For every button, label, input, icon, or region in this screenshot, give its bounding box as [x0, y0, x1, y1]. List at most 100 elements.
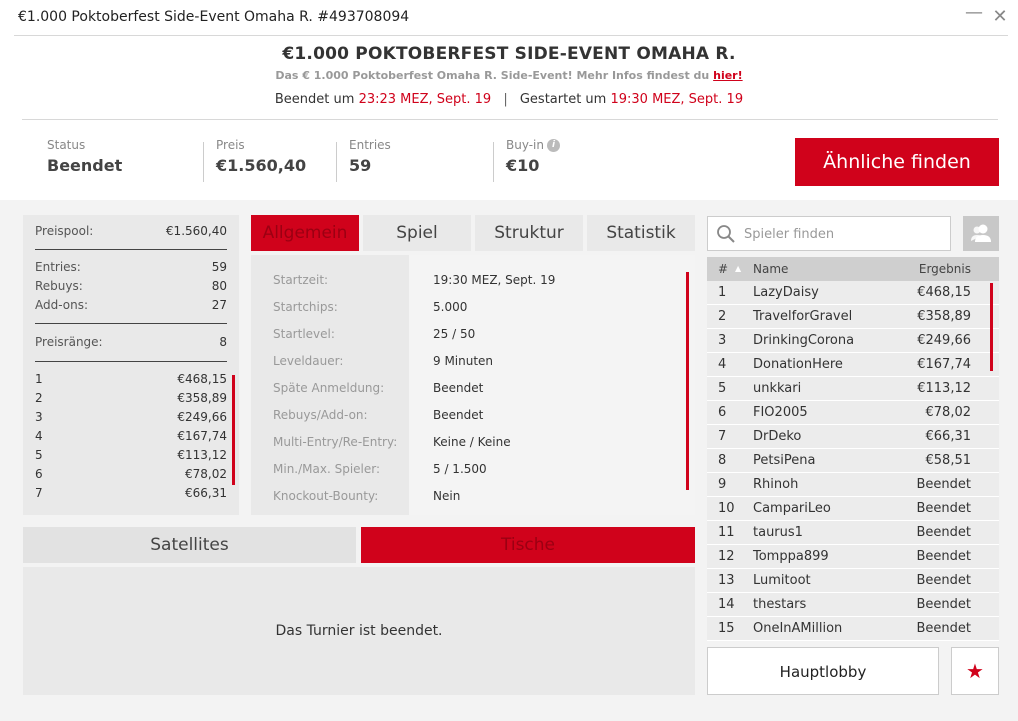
star-icon: ★	[966, 659, 984, 683]
table-row[interactable]: 14 thestars Beendet	[707, 593, 999, 617]
table-row[interactable]: 12 Tomppa899 Beendet	[707, 545, 999, 569]
prize-amount: €167,74	[177, 429, 227, 443]
main-lobby-button[interactable]: Hauptlobby	[707, 647, 939, 695]
addons-value: 27	[211, 298, 227, 312]
stat-label: Preis	[216, 138, 245, 152]
table-row[interactable]: 1 LazyDaisy €468,15	[707, 281, 999, 305]
pool-row: Preispool: €1.560,40	[35, 222, 227, 241]
tournament-ended-message: Das Turnier ist beendet.	[23, 567, 695, 695]
minimize-icon[interactable]: —	[964, 2, 984, 23]
detail-tabs: Allgemein Spiel Struktur Statistik	[251, 215, 695, 251]
divider	[35, 361, 227, 362]
table-row[interactable]: 15 OneInAMillion Beendet	[707, 617, 999, 641]
row-result: Beendet	[916, 525, 971, 540]
table-row[interactable]: 11 taurus1 Beendet	[707, 521, 999, 545]
stat-divider	[336, 142, 337, 182]
row-name: thestars	[753, 597, 807, 612]
rebuys-label: Rebuys:	[35, 279, 83, 293]
prize-scrollbar[interactable]	[232, 375, 235, 485]
ended-label: Beendet um	[274, 92, 355, 107]
entries-value: 59	[211, 260, 227, 274]
row-name: OneInAMillion	[753, 621, 843, 636]
row-result: €358,89	[917, 309, 971, 324]
prize-amount: €66,31	[185, 486, 227, 500]
tab-tables[interactable]: Tische	[361, 527, 695, 563]
times-separator: |	[503, 92, 508, 107]
prize-row: 1 €468,15	[35, 370, 227, 389]
tournament-title: €1.000 POKTOBERFEST SIDE-EVENT OMAHA R.	[282, 44, 736, 64]
row-num: 9	[718, 477, 727, 492]
row-result: €113,12	[917, 381, 971, 396]
tab-struktur[interactable]: Struktur	[475, 215, 583, 251]
tab-statistik[interactable]: Statistik	[587, 215, 695, 251]
player-search	[707, 216, 951, 251]
detail-label: Startchips:	[273, 300, 338, 314]
row-name: CampariLeo	[753, 501, 831, 516]
detail-label: Min./Max. Spieler:	[273, 462, 381, 476]
row-result: €468,15	[917, 285, 971, 300]
prize-rank: 4	[35, 429, 43, 443]
favorite-button[interactable]: ★	[951, 647, 999, 695]
prize-rank: 3	[35, 410, 43, 424]
tab-spiel[interactable]: Spiel	[363, 215, 471, 251]
detail-value: 9 Minuten	[433, 354, 494, 368]
close-icon[interactable]: ✕	[990, 6, 1010, 27]
row-result: €167,74	[917, 357, 971, 372]
table-row[interactable]: 6 FIO2005 €78,02	[707, 401, 999, 425]
divider	[22, 119, 998, 120]
tournament-subtitle: Das € 1.000 Poktoberfest Omaha R. Side-E…	[0, 69, 1018, 82]
tab-allgemein[interactable]: Allgemein	[251, 215, 359, 251]
stat-divider	[203, 142, 204, 182]
stat-value: €1.560,40	[216, 156, 307, 175]
info-icon[interactable]: i	[547, 139, 560, 152]
row-num: 14	[718, 597, 735, 612]
row-result: €249,66	[917, 333, 971, 348]
row-name: TravelforGravel	[753, 309, 853, 324]
players-scrollbar[interactable]	[990, 283, 993, 371]
header-num[interactable]: #	[718, 257, 728, 281]
ranges-label: Preisränge:	[35, 335, 103, 349]
table-row[interactable]: 13 Lumitoot Beendet	[707, 569, 999, 593]
window-title: €1.000 Poktoberfest Side-Event Omaha R. …	[18, 9, 410, 25]
detail-label: Rebuys/Add-on:	[273, 408, 368, 422]
detail-value: 19:30 MEZ, Sept. 19	[433, 273, 556, 287]
table-row[interactable]: 9 Rhinoh Beendet	[707, 473, 999, 497]
rebuys-row: Rebuys: 80	[35, 277, 227, 296]
row-num: 11	[718, 525, 735, 540]
more-info-link[interactable]: hier!	[713, 69, 743, 82]
addons-row: Add-ons: 27	[35, 296, 227, 315]
tab-satellites[interactable]: Satellites	[23, 527, 356, 563]
prize-list: 1 €468,15 2 €358,89 3 €249,66 4 €167,74 5 €11…	[35, 370, 227, 503]
detail-value: Beendet	[433, 408, 484, 422]
stat-value: €10	[506, 156, 540, 175]
prize-row: 6 €78,02	[35, 465, 227, 484]
table-row[interactable]: 5 unkkari €113,12	[707, 377, 999, 401]
table-row[interactable]: 3 DrinkingCorona €249,66	[707, 329, 999, 353]
details-scrollbar[interactable]	[686, 272, 689, 490]
table-row[interactable]: 4 DonationHere €167,74	[707, 353, 999, 377]
details-values: 19:30 MEZ, Sept. 19 5.000 25 / 50 9 Minu…	[409, 255, 695, 515]
search-input[interactable]	[744, 223, 944, 245]
table-row[interactable]: 7 DrDeko €66,31	[707, 425, 999, 449]
friends-button[interactable]	[963, 216, 999, 251]
find-similar-button[interactable]: Ähnliche finden	[795, 138, 999, 186]
header-result[interactable]: Ergebnis	[919, 257, 971, 281]
row-result: Beendet	[916, 621, 971, 636]
row-name: unkkari	[753, 381, 802, 396]
details-panel: Startzeit: Startchips: Startlevel: Level…	[251, 255, 695, 515]
prize-rank: 6	[35, 467, 43, 481]
table-row[interactable]: 10 CampariLeo Beendet	[707, 497, 999, 521]
entries-label: Entries:	[35, 260, 81, 274]
row-num: 7	[718, 429, 727, 444]
ended-time: 23:23 MEZ, Sept. 19	[358, 92, 492, 107]
players-table: # ▲ Name Ergebnis 1 LazyDaisy €468,15 2 Tra…	[707, 257, 999, 641]
started-label: Gestartet um	[519, 92, 607, 107]
table-row[interactable]: 2 TravelforGravel €358,89	[707, 305, 999, 329]
row-result: Beendet	[916, 501, 971, 516]
users-icon	[971, 224, 991, 242]
bottom-tabs: Satellites Tische	[23, 527, 695, 563]
header-name[interactable]: Name	[753, 257, 788, 281]
row-name: FIO2005	[753, 405, 808, 420]
table-row[interactable]: 8 PetsiPena €58,51	[707, 449, 999, 473]
stat-entries: Entries 59	[349, 138, 391, 175]
